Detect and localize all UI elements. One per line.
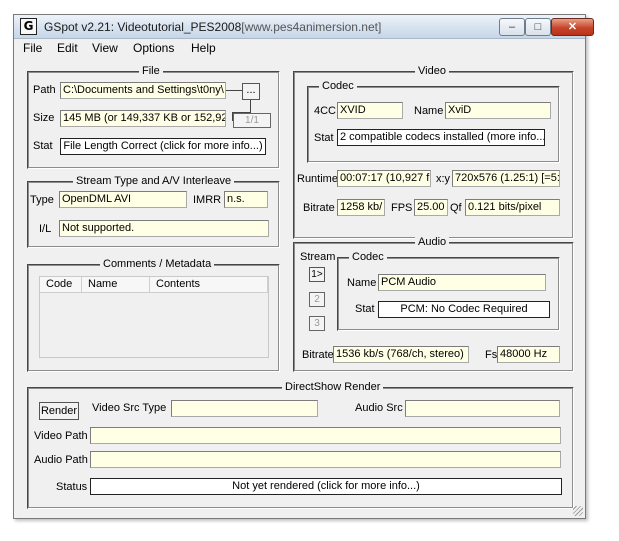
audio-bitrate-label: Bitrate xyxy=(302,349,334,361)
column-code[interactable]: Code xyxy=(40,277,82,293)
comments-list[interactable]: Code Name Contents xyxy=(39,276,269,358)
audio-stat-label: Stat xyxy=(355,303,375,315)
file-stat-button[interactable]: File Length Correct (click for more info… xyxy=(60,138,266,155)
menu-options[interactable]: Options xyxy=(133,41,174,55)
comments-title: Comments / Metadata xyxy=(100,258,215,270)
size-field[interactable]: 145 MB (or 149,337 KB or 152,92 xyxy=(60,110,226,127)
audio-group-title: Audio xyxy=(415,236,450,248)
path-connector xyxy=(226,90,242,91)
menu-file[interactable]: File xyxy=(23,41,42,55)
maximize-icon: □ xyxy=(534,21,542,33)
stream-1-button[interactable]: 1> xyxy=(309,267,325,282)
audio-path-field[interactable] xyxy=(90,451,561,468)
menu-edit[interactable]: Edit xyxy=(57,41,78,55)
audio-bitrate-field[interactable]: 1536 kb/s (768/ch, stereo) xyxy=(333,346,469,363)
fs-field[interactable]: 48000 Hz xyxy=(497,346,560,363)
video-bitrate-label: Bitrate xyxy=(303,202,335,214)
il-label: I/L xyxy=(39,223,52,235)
minimize-button[interactable]: – xyxy=(499,18,525,36)
file-group: File Path C:\Documents and Settings\t0ny… xyxy=(27,65,280,169)
file-group-title: File xyxy=(139,65,163,77)
imrr-field[interactable]: n.s. xyxy=(224,191,268,208)
audio-src-field[interactable] xyxy=(405,400,560,417)
stream-2-button[interactable]: 2 xyxy=(309,292,325,307)
imrr-label: IMRR xyxy=(193,194,222,206)
qf-label: Qf xyxy=(450,202,462,214)
runtime-label: Runtime xyxy=(297,173,338,185)
directshow-group: DirectShow Render Render Video Src Type … xyxy=(27,381,574,509)
video-name-label: Name xyxy=(414,105,444,117)
audio-stat-field[interactable]: PCM: No Codec Required xyxy=(378,301,550,318)
audio-group: Audio Stream 1> 2 3 Codec Name PCM Audio… xyxy=(293,236,574,372)
audio-name-field[interactable]: PCM Audio xyxy=(378,274,546,291)
directshow-title: DirectShow Render xyxy=(282,381,384,393)
path-field[interactable]: C:\Documents and Settings\t0ny\ xyxy=(60,82,226,99)
audio-codec-title: Codec xyxy=(349,251,387,263)
video-codec-group: Codec 4CC XVID Name XviD Stat 2 compatib… xyxy=(307,80,560,163)
minimize-icon: – xyxy=(508,21,516,33)
size-label: Size xyxy=(33,112,55,124)
video-name-field[interactable]: XviD xyxy=(445,102,551,119)
page-indicator[interactable]: 1/1 xyxy=(233,113,271,128)
fourcc-field[interactable]: XVID xyxy=(337,102,403,119)
window-title-url: [www.pes4animersion.net] xyxy=(241,20,382,34)
status-label: Status xyxy=(56,481,88,493)
close-button[interactable]: ✕ xyxy=(551,18,594,36)
menu-view[interactable]: View xyxy=(92,41,118,55)
fourcc-label: 4CC xyxy=(314,105,337,117)
gspot-window: G GSpot v2.21: Videotutorial_PES2008[www… xyxy=(13,14,594,519)
resize-grip[interactable] xyxy=(573,506,583,516)
column-contents[interactable]: Contents xyxy=(150,277,268,293)
audio-path-label: Audio Path xyxy=(34,454,88,466)
stream-type-group: Stream Type and A/V Interleave Type Open… xyxy=(27,175,280,248)
status-field[interactable]: Not yet rendered (click for more info...… xyxy=(90,478,562,495)
browse-button[interactable]: ... xyxy=(242,83,260,100)
stream-type-title: Stream Type and A/V Interleave xyxy=(73,175,235,187)
video-path-label: Video Path xyxy=(34,430,88,442)
xy-field[interactable]: 720x576 (1.25:1) [=5: xyxy=(452,170,560,187)
type-label: Type xyxy=(30,194,54,206)
column-name[interactable]: Name xyxy=(82,277,150,293)
menu-bar: File Edit View Options Help xyxy=(14,40,585,58)
audio-src-label: Audio Src xyxy=(355,402,403,414)
type-field[interactable]: OpenDML AVI xyxy=(59,191,187,208)
fps-label: FPS xyxy=(391,202,413,214)
video-codec-title: Codec xyxy=(319,80,357,92)
file-stat-label: Stat xyxy=(33,140,53,152)
app-icon[interactable]: G xyxy=(20,18,37,35)
video-bitrate-field[interactable]: 1258 kb/ xyxy=(337,199,385,216)
audio-name-label: Name xyxy=(347,277,377,289)
browse-connector-v xyxy=(250,100,251,112)
video-stat-label: Stat xyxy=(314,132,334,144)
render-button[interactable]: Render xyxy=(39,402,79,420)
qf-field[interactable]: 0.121 bits/pixel xyxy=(465,199,560,216)
video-src-type-label: Video Src Type xyxy=(92,402,167,414)
window-title: GSpot v2.21: Videotutorial_PES2008[www.p… xyxy=(44,20,381,34)
fs-label: Fs xyxy=(485,349,498,361)
runtime-field[interactable]: 00:07:17 (10,927 fr xyxy=(337,170,431,187)
path-label: Path xyxy=(33,84,56,96)
video-stat-button[interactable]: 2 compatible codecs installed (more info… xyxy=(337,129,545,146)
maximize-button[interactable]: □ xyxy=(525,18,551,36)
stream-3-button[interactable]: 3 xyxy=(309,316,325,331)
close-icon: ✕ xyxy=(567,21,578,33)
fps-field[interactable]: 25.00 xyxy=(414,199,448,216)
title-bar[interactable]: G GSpot v2.21: Videotutorial_PES2008[www… xyxy=(14,15,594,39)
comments-group: Comments / Metadata Code Name Contents xyxy=(27,258,280,372)
video-path-field[interactable] xyxy=(90,427,561,444)
video-group: Video Codec 4CC XVID Name XviD Stat 2 co… xyxy=(293,65,574,239)
menu-help[interactable]: Help xyxy=(191,41,216,55)
window-title-main: GSpot v2.21: Videotutorial_PES2008 xyxy=(44,20,242,34)
il-field[interactable]: Not supported. xyxy=(59,220,269,237)
xy-label: x:y xyxy=(436,173,451,185)
audio-codec-group: Codec Name PCM Audio Stat PCM: No Codec … xyxy=(337,251,560,331)
stream-label: Stream xyxy=(300,251,336,263)
video-src-type-field[interactable] xyxy=(171,400,318,417)
video-group-title: Video xyxy=(415,65,449,77)
